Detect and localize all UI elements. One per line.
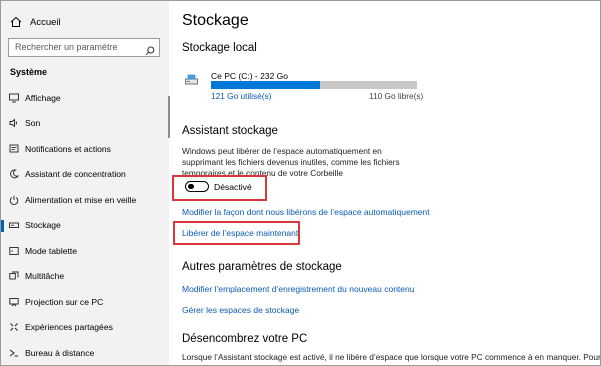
sidebar-item-label: Son — [25, 118, 41, 129]
other-settings-heading: Autres paramètres de stockage — [182, 261, 342, 273]
tablet-icon — [9, 246, 19, 256]
free-space-label: 110 Go libre(s) — [369, 91, 424, 101]
sidebar-scrollbar[interactable] — [168, 96, 170, 138]
drive-name: Ce PC (C:) - 232 Go — [211, 71, 288, 81]
storage-usage-fill — [211, 81, 321, 89]
free-space-now-link[interactable]: Libérer de l’espace maintenant — [182, 228, 298, 238]
section-title-system: Système — [10, 67, 48, 77]
new-content-location-link[interactable]: Modifier l’emplacement d’enregistrement … — [182, 284, 414, 294]
storage-assistant-heading: Assistant stockage — [182, 125, 278, 137]
modify-auto-free-link[interactable]: Modifier la façon dont nous libérons de … — [182, 207, 430, 217]
sidebar-item-label: Notifications et actions — [25, 143, 111, 154]
sidebar-item-son[interactable]: Son — [1, 111, 169, 137]
sidebar-item-label: Multitâche — [25, 271, 65, 282]
speaker-icon — [9, 118, 19, 128]
sidebar-item-bureau-a-distance[interactable]: Bureau à distance — [1, 340, 169, 365]
multitask-icon — [9, 271, 19, 281]
used-space-label: 121 Go utilisé(s) — [211, 91, 272, 101]
sidebar-item-multitache[interactable]: Multitâche — [1, 264, 169, 290]
drive-c-entry[interactable]: Ce PC (C:) - 232 Go 121 Go utilisé(s) 11… — [185, 69, 425, 109]
sidebar-item-label: Assistant de concentration — [25, 169, 126, 180]
sidebar-item-stockage[interactable]: Stockage — [1, 213, 169, 239]
monitor-icon — [9, 93, 19, 103]
home-link[interactable]: Accueil — [10, 14, 61, 30]
sidebar-item-label: Alimentation et mise en veille — [25, 194, 137, 205]
home-icon — [10, 16, 22, 28]
sidebar-item-projection[interactable]: Projection sur ce PC — [1, 289, 169, 315]
sidebar: Accueil Système Affichage Son — [1, 1, 169, 365]
shared-icon — [9, 322, 19, 332]
declutter-text: Lorsque l’Assistant stockage est activé,… — [182, 352, 601, 362]
sidebar-nav: Affichage Son Notifications et actions A… — [1, 85, 169, 365]
remote-desktop-icon — [9, 348, 19, 358]
moon-icon — [9, 169, 19, 179]
projection-icon — [9, 297, 19, 307]
sidebar-item-label: Mode tablette — [25, 245, 78, 256]
drive-icon — [185, 74, 199, 88]
sidebar-item-alimentation[interactable]: Alimentation et mise en veille — [1, 187, 169, 213]
power-icon — [9, 195, 19, 205]
sidebar-item-label: Projection sur ce PC — [25, 296, 104, 307]
search-icon[interactable] — [145, 43, 155, 56]
sidebar-item-label: Expériences partagées — [25, 322, 113, 333]
toggle-state-label: Désactivé — [214, 182, 252, 192]
sidebar-item-label: Bureau à distance — [25, 347, 95, 358]
sidebar-item-affichage[interactable]: Affichage — [1, 85, 169, 111]
search-box[interactable] — [8, 38, 160, 57]
local-storage-heading: Stockage local — [182, 42, 257, 54]
search-input[interactable] — [15, 42, 140, 52]
storage-usage-bar — [211, 81, 417, 89]
settings-window: Accueil Système Affichage Son — [0, 0, 601, 366]
sidebar-item-mode-tablette[interactable]: Mode tablette — [1, 238, 169, 264]
manage-storage-spaces-link[interactable]: Gérer les espaces de stockage — [182, 305, 299, 315]
sidebar-item-label: Stockage — [25, 220, 61, 231]
home-label: Accueil — [30, 16, 61, 28]
declutter-heading: Désencombrez votre PC — [182, 333, 308, 345]
sidebar-item-label: Affichage — [25, 92, 61, 103]
toggle-knob — [188, 183, 194, 189]
notification-icon — [9, 144, 19, 154]
sidebar-item-notifications[interactable]: Notifications et actions — [1, 136, 169, 162]
page-title: Stockage — [182, 12, 249, 29]
sidebar-item-concentration[interactable]: Assistant de concentration — [1, 162, 169, 188]
sidebar-item-experiences-partagees[interactable]: Expériences partagées — [1, 315, 169, 341]
storage-assistant-toggle[interactable] — [185, 181, 209, 192]
storage-icon — [9, 220, 19, 230]
